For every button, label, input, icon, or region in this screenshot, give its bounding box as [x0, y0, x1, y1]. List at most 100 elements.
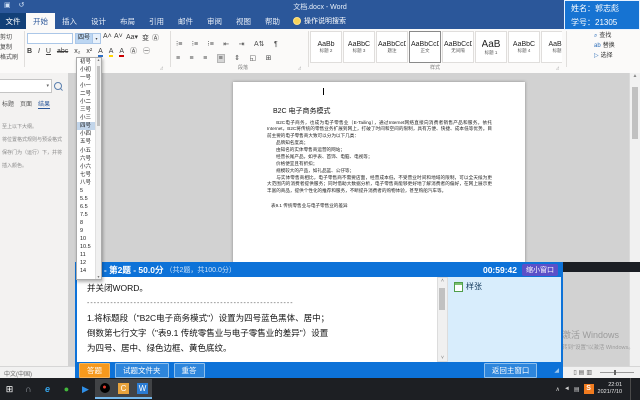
- styles-dialog-launcher[interactable]: ◿: [556, 65, 559, 70]
- ribbon-tab[interactable]: 布局: [113, 13, 142, 29]
- exam-scrollbar[interactable]: ˄ ˅: [437, 277, 448, 362]
- character-shading-button[interactable]: Ⓐ: [130, 46, 137, 56]
- paragraph-dialog-launcher[interactable]: ◿: [298, 65, 301, 70]
- copy-button[interactable]: 复制: [0, 43, 24, 53]
- dropdown-scrollbar[interactable]: ▲ ▼: [95, 58, 101, 279]
- font-size-option[interactable]: 5: [77, 187, 95, 195]
- font-size-option[interactable]: 小二: [77, 98, 95, 106]
- chevron-down-icon[interactable]: ▾: [46, 83, 49, 89]
- subscript-button[interactable]: x₂: [74, 48, 80, 55]
- font-size-option[interactable]: 9: [77, 227, 95, 235]
- font-size-option[interactable]: 6.5: [77, 203, 95, 211]
- style-item[interactable]: AaBbC 标题 4: [508, 31, 540, 63]
- grow-font-button[interactable]: A˄: [103, 33, 112, 40]
- font-size-option[interactable]: 八号: [77, 179, 95, 187]
- justify-button[interactable]: ≡: [217, 54, 225, 63]
- underline-button[interactable]: U: [46, 48, 51, 55]
- taskbar-icon[interactable]: ●: [57, 379, 76, 399]
- taskbar-icon[interactable]: e: [38, 379, 57, 399]
- ribbon-tab[interactable]: 帮助: [258, 13, 287, 29]
- style-item[interactable]: AaB 标题 1: [475, 31, 507, 63]
- style-item[interactable]: AaBb 标题 2: [310, 31, 342, 63]
- format-painter-button[interactable]: 格式刷: [0, 53, 24, 63]
- text-effects-button[interactable]: A: [98, 48, 103, 57]
- font-size-option[interactable]: 10.5: [77, 243, 95, 251]
- borders-button[interactable]: ⊞: [266, 54, 272, 62]
- taskbar-icon[interactable]: C: [114, 379, 133, 399]
- nav-result-item[interactable]: 插入颜色。: [2, 160, 68, 173]
- font-size-option[interactable]: 四号: [77, 122, 95, 130]
- taskbar-icon[interactable]: ▶: [76, 379, 95, 399]
- style-item[interactable]: AaBbCcD 正文: [409, 31, 441, 63]
- font-size-option[interactable]: 初号: [77, 58, 95, 66]
- nav-search-input[interactable]: ▾: [0, 79, 52, 93]
- font-size-option[interactable]: 小四: [77, 130, 95, 138]
- zoom-slider-thumb[interactable]: [614, 370, 616, 375]
- font-size-option[interactable]: 一号: [77, 74, 95, 82]
- show-desktop-button[interactable]: [630, 378, 634, 400]
- line-spacing-button[interactable]: ⇕: [234, 54, 240, 62]
- taskbar-icon[interactable]: ⊞: [0, 379, 19, 399]
- sample-file-item[interactable]: 样张: [454, 281, 561, 292]
- ribbon-tab[interactable]: 开始: [26, 13, 55, 29]
- style-item[interactable]: AaBbCcD 无间隔: [442, 31, 474, 63]
- font-size-option[interactable]: 小三: [77, 114, 95, 122]
- shrink-window-button[interactable]: 缩小窗口: [522, 264, 558, 276]
- font-size-option[interactable]: 12: [77, 259, 95, 267]
- font-size-option[interactable]: 七号: [77, 171, 95, 179]
- font-size-option[interactable]: 六号: [77, 155, 95, 163]
- tell-me-search[interactable]: 操作说明搜索: [293, 13, 346, 29]
- find-button[interactable]: ⌕查找: [594, 31, 615, 41]
- taskbar-icon[interactable]: ●: [95, 379, 114, 399]
- nav-result-item[interactable]: 将位置格式规则与预设格式: [2, 134, 68, 147]
- search-icon[interactable]: [54, 82, 62, 90]
- font-size-option[interactable]: 14: [77, 267, 95, 275]
- nav-tab[interactable]: 标题: [2, 99, 14, 109]
- document-scrollbar[interactable]: ▲: [629, 73, 640, 366]
- answer-button[interactable]: 答题: [79, 363, 110, 378]
- scrollbar-thumb[interactable]: [97, 66, 100, 126]
- scrollbar-thumb[interactable]: [632, 87, 638, 139]
- font-size-option[interactable]: 小六: [77, 163, 95, 171]
- font-size-option[interactable]: 五号: [77, 138, 95, 146]
- strikethrough-button[interactable]: abc: [57, 48, 68, 55]
- tray-icon[interactable]: ▤: [574, 386, 580, 393]
- tray-icon[interactable]: ∧: [556, 386, 560, 393]
- nav-tab[interactable]: 页面: [20, 99, 32, 109]
- font-size-option[interactable]: 小初: [77, 66, 95, 74]
- font-size-option[interactable]: 二号: [77, 90, 95, 98]
- align-left-button[interactable]: ≡: [176, 55, 180, 62]
- align-right-button[interactable]: ≡: [203, 55, 207, 62]
- ribbon-tab[interactable]: 插入: [55, 13, 84, 29]
- style-item[interactable]: AaBb 标题: [541, 31, 562, 63]
- scroll-down-icon[interactable]: ▼: [96, 275, 101, 279]
- taskbar-clock[interactable]: 22:01 2021/7/10: [598, 382, 622, 396]
- shading-button[interactable]: ◱: [250, 54, 257, 62]
- taskbar-icon[interactable]: W: [133, 379, 152, 399]
- font-size-option[interactable]: 小五: [77, 147, 95, 155]
- view-mode-buttons[interactable]: ▯▤▥: [573, 369, 594, 376]
- ribbon-tab[interactable]: 审阅: [200, 13, 229, 29]
- highlight-color-button[interactable]: A: [109, 48, 114, 57]
- ribbon-tab[interactable]: 邮件: [171, 13, 200, 29]
- align-center-button[interactable]: ≡: [190, 55, 194, 62]
- font-name-combobox[interactable]: [27, 33, 73, 44]
- cut-button[interactable]: 剪切: [0, 33, 24, 43]
- font-size-combobox[interactable]: 四号: [75, 33, 93, 44]
- font-size-option[interactable]: 7.5: [77, 211, 95, 219]
- taskbar-icon[interactable]: ∩: [19, 379, 38, 399]
- scroll-up-icon[interactable]: ▲: [96, 58, 101, 62]
- superscript-button[interactable]: x²: [86, 48, 92, 55]
- zoom-slider[interactable]: [600, 372, 634, 373]
- tray-icon[interactable]: ◄: [564, 386, 570, 393]
- font-dialog-launcher[interactable]: ◿: [160, 65, 163, 70]
- enclose-characters-button[interactable]: ㊀: [143, 46, 150, 56]
- question-folder-button[interactable]: 试题文件夹: [115, 363, 169, 378]
- scroll-down-icon[interactable]: ˅: [438, 355, 447, 361]
- style-item[interactable]: AaBbC 标题 3: [343, 31, 375, 63]
- nav-result-item[interactable]: 至上以下大纲。: [2, 121, 68, 134]
- nav-tab[interactable]: 结果: [38, 99, 50, 109]
- character-border-button[interactable]: Ⓐ: [152, 33, 159, 43]
- scroll-up-icon[interactable]: ▲: [630, 73, 640, 79]
- scrollbar-thumb[interactable]: [439, 288, 445, 310]
